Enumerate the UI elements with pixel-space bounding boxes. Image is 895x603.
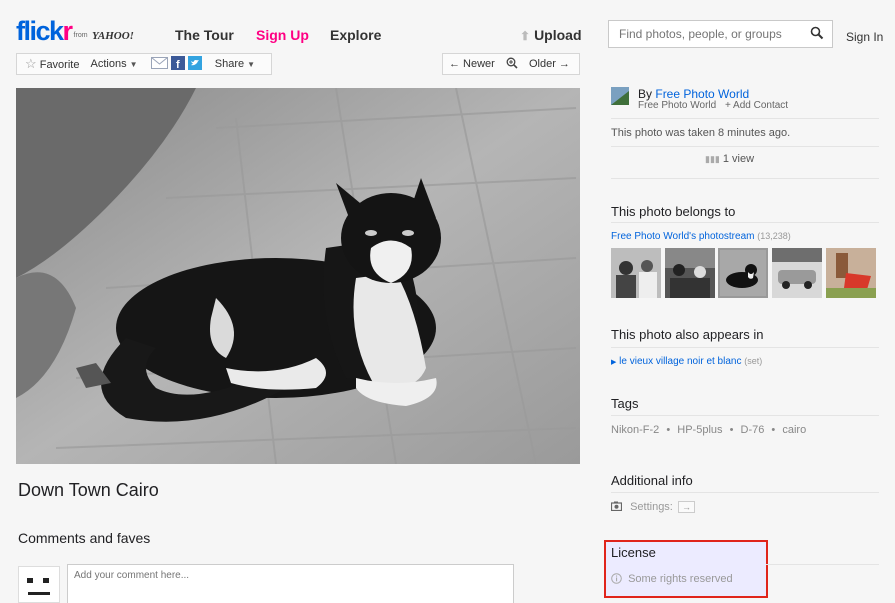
zoom-icon[interactable] bbox=[506, 54, 518, 74]
divider bbox=[611, 178, 879, 179]
tags-heading: Tags bbox=[611, 396, 639, 411]
appears-heading: This photo also appears in bbox=[611, 327, 764, 342]
view-count: ▮▮▮ 1 view bbox=[705, 153, 755, 165]
divider bbox=[611, 492, 879, 493]
share-menu[interactable]: Share ▼ bbox=[215, 54, 255, 74]
facebook-icon[interactable]: f bbox=[170, 56, 185, 71]
info-icon bbox=[611, 573, 622, 584]
tag-link[interactable]: Nikon-F-2 bbox=[611, 424, 659, 436]
svg-text:f: f bbox=[176, 59, 180, 70]
bar-chart-icon: ▮▮▮ bbox=[705, 154, 720, 164]
divider bbox=[611, 118, 879, 119]
search-box bbox=[608, 20, 833, 48]
camera-icon bbox=[610, 501, 623, 512]
chevron-down-icon: ▼ bbox=[247, 60, 256, 69]
nav-sign-up[interactable]: Sign Up bbox=[256, 27, 309, 43]
license-heading: License bbox=[611, 545, 656, 560]
newer-button[interactable]: ← Newer bbox=[449, 54, 495, 74]
tag-link[interactable]: cairo bbox=[782, 424, 806, 436]
tags-list: Nikon-F-2 • HP-5plus • D-76 • cairo bbox=[611, 424, 807, 436]
flickr-logo[interactable]: flickr from YAHOO! bbox=[16, 18, 134, 45]
owner-byline: By Free Photo World bbox=[638, 88, 749, 100]
belongs-heading: This photo belongs to bbox=[611, 204, 736, 219]
by-label: By bbox=[638, 87, 653, 101]
license-line: Some rights reserved bbox=[611, 573, 733, 585]
photo-toolbar: ☆ Favorite Actions ▼ f Share ▼ bbox=[16, 53, 272, 75]
triangle-right-icon: ▶ bbox=[611, 359, 617, 366]
settings-line: Settings: → bbox=[610, 501, 695, 513]
upload-arrow-icon: ⬆ bbox=[520, 29, 531, 43]
twitter-icon[interactable] bbox=[187, 56, 202, 70]
divider bbox=[766, 564, 879, 565]
search-icon[interactable] bbox=[810, 26, 824, 40]
add-contact-link[interactable]: + Add Contact bbox=[725, 100, 788, 111]
upload-link[interactable]: ⬆ Upload bbox=[520, 27, 582, 44]
photostream-link[interactable]: Free Photo World's photostream bbox=[611, 231, 754, 242]
email-icon[interactable] bbox=[150, 57, 168, 69]
tag-link[interactable]: D-76 bbox=[741, 424, 765, 436]
main-photo[interactable] bbox=[16, 88, 580, 464]
comments-heading: Comments and faves bbox=[18, 530, 151, 546]
actions-menu[interactable]: Actions ▼ bbox=[91, 54, 138, 74]
nav-explore[interactable]: Explore bbox=[330, 27, 381, 43]
photostream-thumb-current[interactable] bbox=[718, 248, 768, 298]
nav-the-tour[interactable]: The Tour bbox=[175, 27, 234, 43]
photo-title: Down Town Cairo bbox=[18, 480, 159, 500]
site-header: flickr from YAHOO! The Tour Sign Up Explo… bbox=[0, 0, 895, 50]
taken-text: This photo was taken 8 minutes ago. bbox=[611, 127, 791, 139]
avatar bbox=[18, 566, 60, 603]
owner-sub: Free Photo World + Add Contact bbox=[638, 100, 789, 111]
divider bbox=[611, 146, 879, 147]
owner-link[interactable]: Free Photo World bbox=[655, 87, 749, 101]
license-link[interactable]: Some rights reserved bbox=[628, 573, 733, 585]
star-icon: ☆ bbox=[25, 56, 37, 71]
divider bbox=[611, 347, 879, 348]
tag-link[interactable]: HP-5plus bbox=[677, 424, 722, 436]
additional-info-heading: Additional info bbox=[611, 473, 693, 488]
search-input[interactable] bbox=[609, 21, 794, 47]
favorite-button[interactable]: ☆ Favorite bbox=[25, 54, 79, 74]
photo-nav: ← Newer Older → bbox=[442, 53, 580, 75]
share-icons: f bbox=[150, 54, 202, 74]
divider bbox=[611, 415, 879, 416]
older-button[interactable]: Older → bbox=[529, 54, 570, 74]
set-link[interactable]: le vieux village noir et blanc bbox=[619, 356, 741, 367]
comment-box bbox=[67, 564, 514, 603]
photostream-thumb[interactable] bbox=[826, 248, 876, 298]
set-line: ▶ le vieux village noir et blanc (set) bbox=[611, 356, 763, 367]
settings-expand-button[interactable]: → bbox=[677, 501, 695, 513]
comment-input[interactable] bbox=[68, 565, 513, 603]
divider bbox=[611, 222, 879, 223]
photostream-thumb[interactable] bbox=[772, 248, 822, 298]
owner-avatar[interactable] bbox=[611, 87, 629, 105]
photostream-thumb[interactable] bbox=[611, 248, 661, 298]
sign-in-link[interactable]: Sign In bbox=[846, 30, 883, 44]
photostream-thumb[interactable] bbox=[665, 248, 715, 298]
chevron-down-icon: ▼ bbox=[129, 60, 138, 69]
photostream-line: Free Photo World's photostream (13,238) bbox=[611, 231, 791, 242]
